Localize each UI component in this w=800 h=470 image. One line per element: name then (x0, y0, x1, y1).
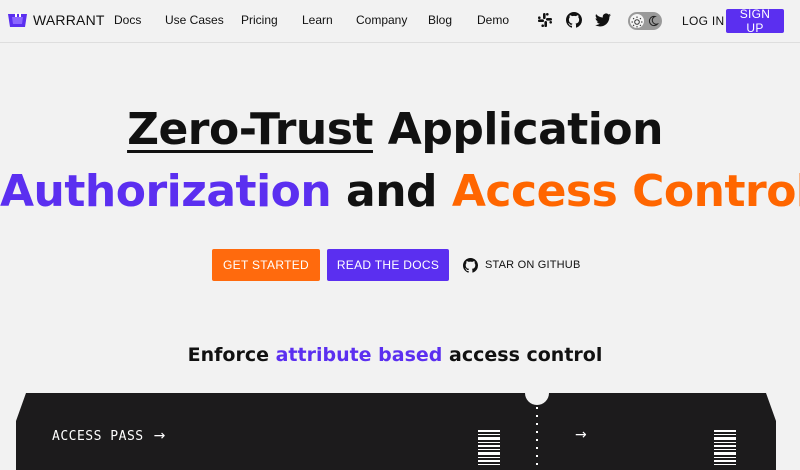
moon-icon (648, 15, 659, 27)
section-heading: Enforce attribute based access control (0, 344, 790, 366)
hero-headline-line1: Zero-Trust Application (0, 104, 790, 155)
top-nav: WARRANT Docs Use Cases Pricing Learn Com… (0, 0, 800, 42)
nav-link-pricing[interactable]: Pricing (241, 13, 278, 27)
hero-authorization: Authorization (0, 166, 332, 217)
nav-link-use-cases[interactable]: Use Cases (165, 13, 224, 27)
barcode-icon (714, 430, 736, 465)
nav-divider (0, 42, 800, 43)
enforce-post: access control (442, 344, 603, 366)
cta-row: GET STARTED READ THE DOCS STAR ON GITHUB (0, 249, 800, 281)
toggle-knob (630, 14, 644, 28)
star-github-label: STAR ON GITHUB (485, 259, 581, 271)
brand-name: WARRANT (33, 12, 105, 28)
hero-zero-trust: Zero-Trust (127, 104, 373, 155)
nav-link-learn[interactable]: Learn (302, 13, 333, 27)
signup-button[interactable]: SIGN UP (726, 7, 784, 35)
brand-logo[interactable]: WARRANT (8, 12, 105, 28)
barcode-icon (478, 430, 500, 465)
ticket-perforation (536, 407, 538, 470)
nav-link-docs[interactable]: Docs (114, 13, 141, 27)
hero-and: and (331, 166, 452, 217)
sun-icon (631, 16, 643, 28)
github-icon[interactable] (566, 12, 582, 28)
hero-access-control: Access Control (451, 166, 800, 217)
github-icon (463, 257, 478, 273)
slack-icon[interactable] (537, 12, 553, 28)
read-docs-button[interactable]: READ THE DOCS (327, 249, 449, 281)
arrow-right-icon: → (153, 428, 166, 444)
star-github-link[interactable]: STAR ON GITHUB (463, 249, 581, 281)
nav-link-company[interactable]: Company (356, 13, 407, 27)
get-started-button[interactable]: GET STARTED (212, 249, 320, 281)
enforce-pre: Enforce (187, 344, 276, 366)
arrow-right-icon: → (575, 427, 587, 443)
hero-application: Application (372, 104, 664, 155)
warrant-logo-icon (8, 12, 27, 27)
login-link[interactable]: LOG IN (682, 14, 724, 28)
theme-toggle[interactable] (628, 12, 662, 30)
nav-link-blog[interactable]: Blog (428, 13, 452, 27)
twitter-icon[interactable] (595, 12, 611, 28)
enforce-highlight: attribute based (275, 344, 443, 366)
access-pass-label: ACCESS PASS (52, 428, 144, 444)
nav-link-demo[interactable]: Demo (477, 13, 509, 27)
hero-headline-line2: Authorization and Access Control (0, 166, 800, 217)
access-pass-title: ACCESS PASS → (52, 428, 166, 444)
